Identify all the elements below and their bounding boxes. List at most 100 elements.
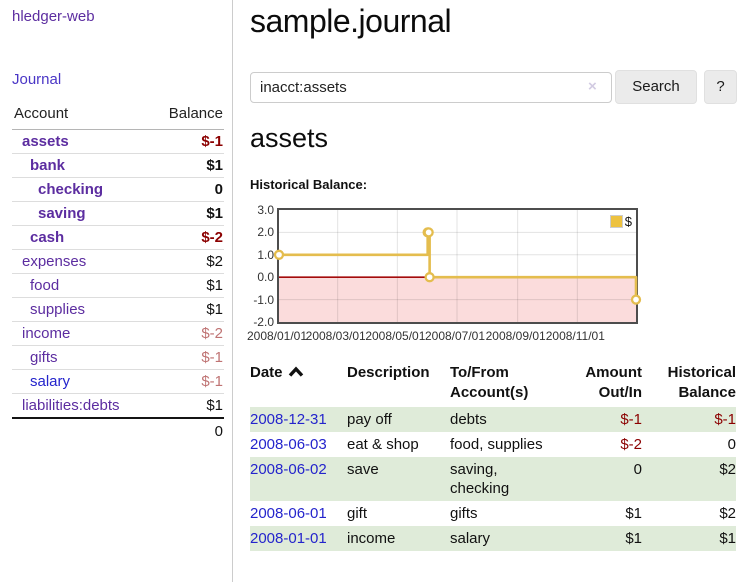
register-date-link[interactable]: 2008-06-02 xyxy=(250,461,327,478)
x-tick-label: 2008/05/01 xyxy=(362,329,428,343)
account-row: income $-2 xyxy=(12,322,224,346)
account-link-cash[interactable]: cash xyxy=(30,229,64,246)
account-balance: $-2 xyxy=(150,322,224,346)
chart-legend: $ xyxy=(610,214,632,229)
y-tick-label: -1.0 xyxy=(248,293,274,307)
account-row: assets $-1 xyxy=(12,130,224,154)
y-tick-label: 3.0 xyxy=(248,203,274,217)
account-total-balance: 0 xyxy=(150,418,224,443)
account-balance: $1 xyxy=(150,274,224,298)
register-row: 2008-12-31pay offdebts$-1$-1 xyxy=(250,407,736,432)
register-row: 2008-06-02 savesaving, checking0$2 xyxy=(250,457,736,501)
account-heading: assets xyxy=(250,122,328,154)
chart-title: Historical Balance: xyxy=(250,177,367,192)
register-accounts: gifts xyxy=(450,501,558,526)
account-link-saving[interactable]: saving xyxy=(38,205,86,222)
legend-color-swatch xyxy=(610,215,623,228)
account-link-food[interactable]: food xyxy=(30,277,59,294)
register-header-date[interactable]: Date xyxy=(250,363,347,407)
search-help-button[interactable]: ? xyxy=(704,70,737,104)
page-title: sample.journal xyxy=(250,2,451,40)
account-link-supplies[interactable]: supplies xyxy=(30,301,85,318)
account-column-header: Account xyxy=(12,101,150,130)
account-balance: $1 xyxy=(150,394,224,419)
register-accounts: debts xyxy=(450,407,558,432)
x-tick-label: 2008/03/01 xyxy=(303,329,369,343)
sidebar: hledger-web Journal Account Balance asse… xyxy=(0,0,233,582)
register-header-amount: Amount Out/In xyxy=(558,363,642,407)
register-header-accounts: To/From Account(s) xyxy=(450,363,558,407)
account-link-income[interactable]: income xyxy=(22,325,70,342)
account-row: supplies $1 xyxy=(12,298,224,322)
account-link-bank[interactable]: bank xyxy=(30,157,65,174)
register-header-row: Date Description To/From Account(s) Amou… xyxy=(250,363,736,407)
search-input[interactable] xyxy=(250,72,612,103)
account-balance: $-1 xyxy=(150,370,224,394)
chart-canvas xyxy=(279,210,636,322)
hledger-web-page: hledger-web Journal Account Balance asse… xyxy=(0,0,742,582)
account-balance: 0 xyxy=(150,178,224,202)
account-link-checking[interactable]: checking xyxy=(38,181,103,198)
account-row: cash $-2 xyxy=(12,226,224,250)
chevron-up-icon xyxy=(288,366,304,377)
legend-label: $ xyxy=(625,214,632,229)
register-date-link[interactable]: 2008-06-03 xyxy=(250,436,327,453)
register-date-link[interactable]: 2008-01-01 xyxy=(250,530,327,547)
x-tick-label: 2008/01/01 xyxy=(244,329,310,343)
register-body: 2008-12-31pay offdebts$-1$-12008-06-03ea… xyxy=(250,407,736,551)
register-description: pay off xyxy=(347,407,450,432)
account-tree-body: assets$-1bank$1checking0saving$1cash$-2e… xyxy=(12,130,224,419)
sidebar-item-journal[interactable]: Journal xyxy=(12,71,61,88)
register-row: 2008-06-03 eat & shopfood, supplies$-20 xyxy=(250,432,736,457)
brand-link[interactable]: hledger-web xyxy=(12,8,95,25)
register-header-balance: Historical Balance xyxy=(642,363,736,407)
account-row: expenses $2 xyxy=(12,250,224,274)
register-amount: $1 xyxy=(558,501,642,526)
account-balance: $1 xyxy=(150,202,224,226)
account-row: liabilities:debts $1 xyxy=(12,394,224,419)
register-amount: 0 xyxy=(558,457,642,501)
historical-balance-chart: $ 3.02.01.00.0-1.0-2.0 2008/01/012008/03… xyxy=(250,204,670,350)
register-description: gift xyxy=(347,501,450,526)
register-header-description: Description xyxy=(347,363,450,407)
search-button[interactable]: Search xyxy=(615,70,697,104)
account-total-row: 0 xyxy=(12,418,224,443)
register-balance: $2 xyxy=(642,457,736,501)
register-description: income xyxy=(347,526,450,551)
register-balance: 0 xyxy=(642,432,736,457)
register-description: save xyxy=(347,457,450,501)
x-tick-label: 2008/11/01 xyxy=(542,329,608,343)
register-amount: $-2 xyxy=(558,432,642,457)
register-table: Date Description To/From Account(s) Amou… xyxy=(250,363,736,551)
y-tick-label: 0.0 xyxy=(248,270,274,284)
main-content: sample.journal × Search ? assets Histori… xyxy=(250,0,736,582)
account-link-assets[interactable]: assets xyxy=(22,133,69,150)
register-accounts: food, supplies xyxy=(450,432,558,457)
account-balance: $-1 xyxy=(150,130,224,154)
account-balance: $1 xyxy=(150,298,224,322)
register-amount: $-1 xyxy=(558,407,642,432)
y-tick-label: 1.0 xyxy=(248,248,274,262)
account-row: salary $-1 xyxy=(12,370,224,394)
register-balance: $-1 xyxy=(642,407,736,432)
account-row: bank$1 xyxy=(12,154,224,178)
account-link-salary[interactable]: salary xyxy=(30,373,70,390)
account-tree-header: Account Balance xyxy=(12,101,224,130)
register-description: eat & shop xyxy=(347,432,450,457)
register-balance: $2 xyxy=(642,501,736,526)
y-tick-label: 2.0 xyxy=(248,225,274,239)
search-form: × Search ? xyxy=(250,70,736,104)
chart-plot-area: $ xyxy=(277,208,638,324)
account-link-expenses[interactable]: expenses xyxy=(22,253,86,270)
register-date-link[interactable]: 2008-06-01 xyxy=(250,505,327,522)
account-balance: $2 xyxy=(150,250,224,274)
account-link-liabilities-debts[interactable]: liabilities:debts xyxy=(22,397,120,414)
register-date-link[interactable]: 2008-12-31 xyxy=(250,411,327,428)
account-balance: $-1 xyxy=(150,346,224,370)
x-tick-label: 2008/09/01 xyxy=(483,329,549,343)
x-tick-label: 2008/07/01 xyxy=(422,329,488,343)
register-accounts: saving, checking xyxy=(450,457,558,501)
clear-search-icon[interactable]: × xyxy=(588,78,597,95)
account-link-gifts[interactable]: gifts xyxy=(30,349,58,366)
account-balance: $-2 xyxy=(150,226,224,250)
